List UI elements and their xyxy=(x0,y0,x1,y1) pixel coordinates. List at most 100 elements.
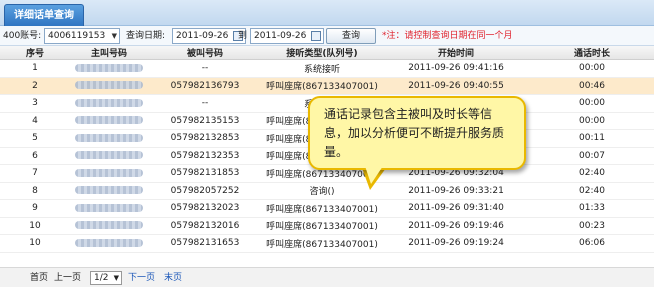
date-label: 查询日期: xyxy=(126,31,166,41)
row-no: 5 xyxy=(0,129,70,148)
redacted-caller-number xyxy=(75,203,143,212)
redacted-caller-number xyxy=(75,168,143,177)
row-callee: -- xyxy=(148,59,262,78)
redacted-caller-number xyxy=(75,186,143,195)
query-bar: 400账号: 4006119153 ▼ 查询日期: 2011-09-26 到 2… xyxy=(0,26,654,46)
row-duration: 00:00 xyxy=(530,112,654,130)
row-duration: 00:46 xyxy=(530,77,654,95)
row-callee: 057982132853 xyxy=(148,129,262,148)
table-row[interactable]: 1 -- 系统接听 2011-09-26 09:41:16 00:00 xyxy=(0,59,654,78)
row-no: 1 xyxy=(0,59,70,78)
account-select-value: 4006119153 xyxy=(48,31,106,41)
row-no: 10 xyxy=(0,217,70,235)
row-caller xyxy=(70,129,148,148)
table-row[interactable]: 2 057982136793 呼叫座席(867133407001) 2011-09-2… xyxy=(0,77,654,95)
redacted-caller-number xyxy=(75,238,143,247)
pagination-bar: 首页 上一页 1/2 ▼ 下一页 末页 xyxy=(0,267,654,287)
row-caller xyxy=(70,199,148,218)
row-callee: 057982135153 xyxy=(148,112,262,130)
redacted-caller-number xyxy=(75,151,143,160)
date-from-field[interactable]: 2011-09-26 xyxy=(172,28,246,44)
date-to-value: 2011-09-26 xyxy=(254,31,307,41)
prev-page-label: 上一页 xyxy=(54,273,82,283)
tab-call-detail-query[interactable]: 详细话单查询 xyxy=(4,4,84,26)
row-caller xyxy=(70,147,148,165)
row-duration: 00:23 xyxy=(530,217,654,235)
date-separator: 到 xyxy=(238,31,248,41)
page-select-value: 1/2 xyxy=(94,273,109,283)
row-start-time: 2011-09-26 09:40:55 xyxy=(382,77,530,95)
redacted-caller-number xyxy=(75,81,143,90)
row-duration: 00:00 xyxy=(530,59,654,78)
account-label: 400账号: xyxy=(3,31,42,41)
first-page-label: 首页 xyxy=(30,273,49,283)
row-caller xyxy=(70,94,148,113)
row-callee: 057982057252 xyxy=(148,182,262,200)
header-caller: 主叫号码 xyxy=(70,46,148,60)
header-no: 序号 xyxy=(0,46,70,60)
row-no: 2 xyxy=(0,77,70,95)
row-answer-type: 呼叫座席(867133407001) xyxy=(262,234,382,253)
row-answer-type: 系统接听 xyxy=(262,59,382,78)
query-button[interactable]: 查询 xyxy=(326,28,376,44)
row-callee: 057982131853 xyxy=(148,164,262,183)
row-duration: 00:07 xyxy=(530,147,654,165)
row-caller xyxy=(70,217,148,235)
account-select[interactable]: 4006119153 ▼ xyxy=(44,28,120,44)
row-callee: -- xyxy=(148,94,262,113)
row-caller xyxy=(70,112,148,130)
row-duration: 00:00 xyxy=(530,94,654,113)
tip-callout: 通话记录包含主被叫及时长等信息，加以分析便可不断提升服务质量。 xyxy=(308,96,526,170)
row-no: 6 xyxy=(0,147,70,165)
row-caller xyxy=(70,182,148,200)
table-row[interactable]: 8 057982057252 咨询() 2011-09-26 09:33:21 02:4… xyxy=(0,182,654,200)
row-callee: 057982131653 xyxy=(148,234,262,253)
header-callee: 被叫号码 xyxy=(148,46,262,60)
page-select[interactable]: 1/2 ▼ xyxy=(90,271,122,285)
row-answer-type: 呼叫座席(867133407001) xyxy=(262,217,382,235)
chevron-down-icon: ▼ xyxy=(111,32,117,40)
row-answer-type: 呼叫座席(867133407001) xyxy=(262,199,382,218)
row-callee: 057982132016 xyxy=(148,217,262,235)
next-page-link[interactable]: 下一页 xyxy=(128,272,155,284)
row-callee: 057982132353 xyxy=(148,147,262,165)
table-header-row: 序号 主叫号码 被叫号码 接听类型(队列号) 开始时间 通话时长 xyxy=(0,46,654,60)
table-row[interactable]: 10 057982132016 呼叫座席(867133407001) 2011-09-… xyxy=(0,217,654,235)
row-start-time: 2011-09-26 09:31:40 xyxy=(382,199,530,218)
row-caller xyxy=(70,164,148,183)
callout-text: 通话记录包含主被叫及时长等信息，加以分析便可不断提升服务质量。 xyxy=(324,107,505,159)
row-start-time: 2011-09-26 09:19:46 xyxy=(382,217,530,235)
header-duration: 通话时长 xyxy=(530,46,654,60)
row-caller xyxy=(70,77,148,95)
row-duration: 02:40 xyxy=(530,182,654,200)
row-start-time: 2011-09-26 09:41:16 xyxy=(382,59,530,78)
row-answer-type: 呼叫座席(867133407001) xyxy=(262,77,382,95)
calendar-icon[interactable] xyxy=(311,31,321,41)
callout-tail-inner xyxy=(365,166,383,184)
redacted-caller-number xyxy=(75,133,143,142)
row-start-time: 2011-09-26 09:19:24 xyxy=(382,234,530,253)
last-page-link[interactable]: 末页 xyxy=(164,272,182,284)
tab-bar: 详细话单查询 xyxy=(0,0,654,26)
row-callee: 057982132023 xyxy=(148,199,262,218)
row-caller xyxy=(70,59,148,78)
chevron-down-icon: ▼ xyxy=(113,274,119,282)
row-no: 4 xyxy=(0,112,70,130)
redacted-caller-number xyxy=(75,63,143,72)
row-callee: 057982136793 xyxy=(148,77,262,95)
table-row[interactable]: 9 057982132023 呼叫座席(867133407001) 2011-09-2… xyxy=(0,199,654,218)
table-row[interactable]: 10 057982131653 呼叫座席(867133407001) 2011-09-… xyxy=(0,234,654,253)
row-start-time: 2011-09-26 09:33:21 xyxy=(382,182,530,200)
row-no: 8 xyxy=(0,182,70,200)
row-duration: 06:06 xyxy=(530,234,654,253)
row-duration: 01:33 xyxy=(530,199,654,218)
row-duration: 00:11 xyxy=(530,129,654,148)
date-range-note: *注：请控制查询日期在同一个月 xyxy=(382,31,513,41)
redacted-caller-number xyxy=(75,221,143,230)
redacted-caller-number xyxy=(75,116,143,125)
date-to-field[interactable]: 2011-09-26 xyxy=(250,28,324,44)
row-caller xyxy=(70,234,148,253)
row-no: 9 xyxy=(0,199,70,218)
row-no: 10 xyxy=(0,234,70,253)
header-start-time: 开始时间 xyxy=(382,46,530,60)
